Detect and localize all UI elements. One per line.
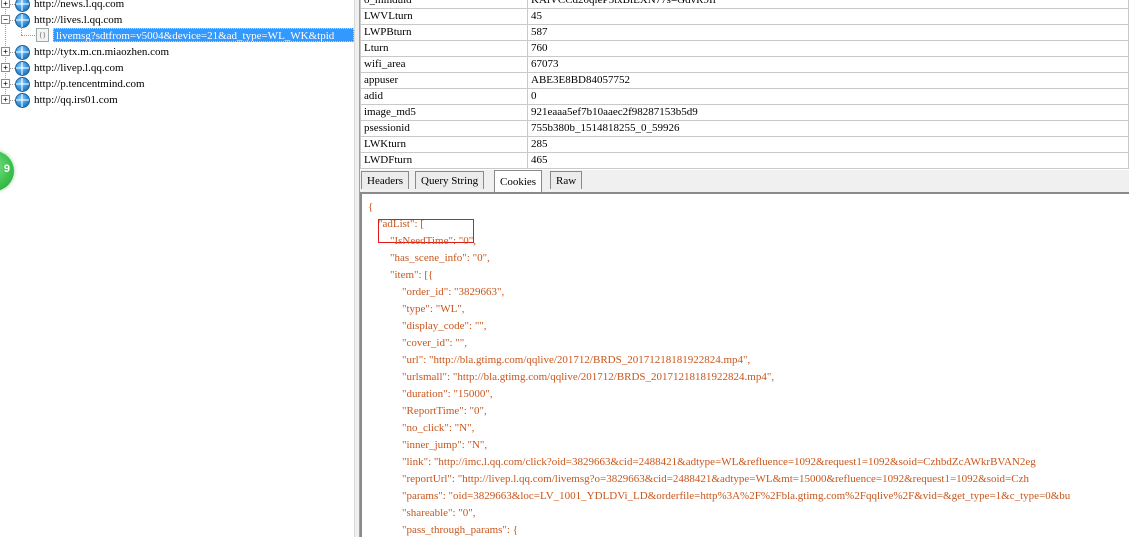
- query-table-row[interactable]: Lturn 760: [360, 40, 1129, 57]
- floating-badge[interactable]: 9: [0, 151, 14, 191]
- query-table-row[interactable]: wifi_area 67073: [360, 56, 1129, 73]
- json-line: "has_scene_info": "0",: [390, 252, 490, 264]
- tree-connector: [21, 27, 22, 35]
- globe-icon: [15, 0, 30, 12]
- query-table-row[interactable]: image_md5 921eaaa5ef7b10aaec2f98287153b5d…: [360, 104, 1129, 121]
- response-json-view[interactable]: { "adList": [ "IsNeedTime": "0", "has_scene…: [360, 193, 1129, 537]
- tree-host-item[interactable]: + http://livep.l.qq.com: [0, 60, 354, 76]
- json-line: "shareable": "0",: [402, 507, 476, 519]
- param-name: LWKturn: [360, 136, 528, 153]
- selected-request-item[interactable]: livemsg?sdtfrom=v5004&device=21&ad_type=…: [53, 28, 354, 42]
- query-table-row[interactable]: LWPBturn 587: [360, 24, 1129, 41]
- json-line: "item": [{: [390, 269, 434, 281]
- json-line: "pass_through_params": {: [402, 524, 518, 536]
- json-line: "no_click": "N",: [402, 422, 475, 434]
- tree-connector: [21, 35, 35, 36]
- tree-host-item[interactable]: + http://qq.irs01.com: [0, 92, 354, 108]
- expand-icon[interactable]: +: [1, 47, 10, 56]
- expand-icon[interactable]: +: [1, 63, 10, 72]
- json-line: "ReportTime": "0",: [402, 405, 487, 417]
- tab-headers[interactable]: Headers: [361, 171, 410, 189]
- query-string-table: o_minduid KAiVCCd20qieP3txBiEXN77s=GdvR9I…: [360, 0, 1129, 169]
- param-value: ABE3E8BD84057752: [527, 72, 1129, 89]
- tree-host-label: http://qq.irs01.com: [34, 94, 118, 106]
- tree-host-item[interactable]: + http://news.l.qq.com: [0, 0, 354, 12]
- json-line: {: [368, 201, 374, 213]
- expand-icon[interactable]: +: [1, 0, 10, 8]
- tree-host-label: http://livep.l.qq.com: [34, 62, 124, 74]
- tree-host-label: http://p.tencentmind.com: [34, 78, 145, 90]
- tree-host-item[interactable]: − http://lives.l.qq.com: [0, 12, 354, 28]
- expand-icon[interactable]: +: [1, 95, 10, 104]
- json-line: "order_id": "3829663",: [402, 286, 505, 298]
- tree-host-item[interactable]: + http://p.tencentmind.com: [0, 76, 354, 92]
- inspector-pane: o_minduid KAiVCCd20qieP3txBiEXN77s=GdvR9I…: [360, 0, 1129, 537]
- query-table-row[interactable]: adid 0: [360, 88, 1129, 105]
- globe-icon: [15, 13, 30, 28]
- param-value: 45: [527, 8, 1129, 25]
- param-name: appuser: [360, 72, 528, 89]
- json-line: "cover_id": "",: [402, 337, 468, 349]
- json-line: "display_code": "",: [402, 320, 487, 332]
- globe-icon: [15, 77, 30, 92]
- param-value: 67073: [527, 56, 1129, 73]
- tree-host-label: http://lives.l.qq.com: [34, 14, 123, 26]
- query-table-row[interactable]: psessionid 755b380b_1514818255_0_59926: [360, 120, 1129, 137]
- param-name: LWVLturn: [360, 8, 528, 25]
- query-table-row[interactable]: LWVLturn 45: [360, 8, 1129, 25]
- tree-host-label: http://news.l.qq.com: [34, 0, 125, 10]
- param-name: wifi_area: [360, 56, 528, 73]
- param-name: LWDFturn: [360, 152, 528, 169]
- globe-icon: [15, 93, 30, 108]
- query-table-row[interactable]: o_minduid KAiVCCd20qieP3txBiEXN77s=GdvR9I…: [360, 0, 1129, 9]
- json-request-icon: {}: [36, 28, 49, 42]
- query-table-row[interactable]: appuser ABE3E8BD84057752: [360, 72, 1129, 89]
- param-value: 0: [527, 88, 1129, 105]
- session-tree: + http://news.l.qq.com − http://lives.l.qq.…: [0, 0, 354, 537]
- param-value: 285: [527, 136, 1129, 153]
- json-line: "reportUrl": "http://livep.l.qq.com/live…: [402, 473, 1029, 485]
- tree-host-label: http://tytx.m.cn.miaozhen.com: [34, 46, 170, 58]
- collapse-icon[interactable]: −: [1, 15, 10, 24]
- query-table-row[interactable]: LWKturn 285: [360, 136, 1129, 153]
- param-value: 587: [527, 24, 1129, 41]
- json-line: "type": "WL",: [402, 303, 465, 315]
- json-line: "params": "oid=3829663&loc=LV_1001_YDLDV…: [402, 490, 1071, 502]
- param-name: Lturn: [360, 40, 528, 57]
- json-line: "duration": "15000",: [402, 388, 493, 400]
- json-line: "IsNeedTime": "0",: [390, 235, 476, 247]
- json-line: "adList": [: [378, 218, 424, 230]
- expand-icon[interactable]: +: [1, 79, 10, 88]
- param-value: 921eaaa5ef7b10aaec2f98287153b5d9: [527, 104, 1129, 121]
- param-value: 755b380b_1514818255_0_59926: [527, 120, 1129, 137]
- param-value: KAiVCCd20qieP3txBiEXN77s=GdvR9If: [527, 0, 1129, 9]
- tab-raw[interactable]: Raw: [550, 171, 583, 189]
- param-name: o_minduid: [360, 0, 528, 9]
- json-line: "url": "http://bla.gtimg.com/qqlive/2017…: [402, 354, 751, 366]
- tab-cookies[interactable]: Cookies: [494, 170, 543, 192]
- json-line: "inner_jump": "N",: [402, 439, 488, 451]
- param-value: 760: [527, 40, 1129, 57]
- param-name: LWPBturn: [360, 24, 528, 41]
- globe-icon: [15, 61, 30, 76]
- param-name: psessionid: [360, 120, 528, 137]
- param-value: 465: [527, 152, 1129, 169]
- json-line: "link": "http://imc.l.qq.com/click?oid=3…: [402, 456, 1036, 468]
- param-name: adid: [360, 88, 528, 105]
- query-table-row[interactable]: LWDFturn 465: [360, 152, 1129, 169]
- inspector-tabs: Headers Query String Cookies Raw: [360, 170, 1129, 193]
- tab-query-string[interactable]: Query String: [415, 171, 485, 189]
- badge-count: 9: [3, 163, 10, 175]
- json-line: "urlsmall": "http://bla.gtimg.com/qqlive…: [402, 371, 775, 383]
- param-name: image_md5: [360, 104, 528, 121]
- globe-icon: [15, 45, 30, 60]
- tree-host-item[interactable]: + http://tytx.m.cn.miaozhen.com: [0, 44, 354, 60]
